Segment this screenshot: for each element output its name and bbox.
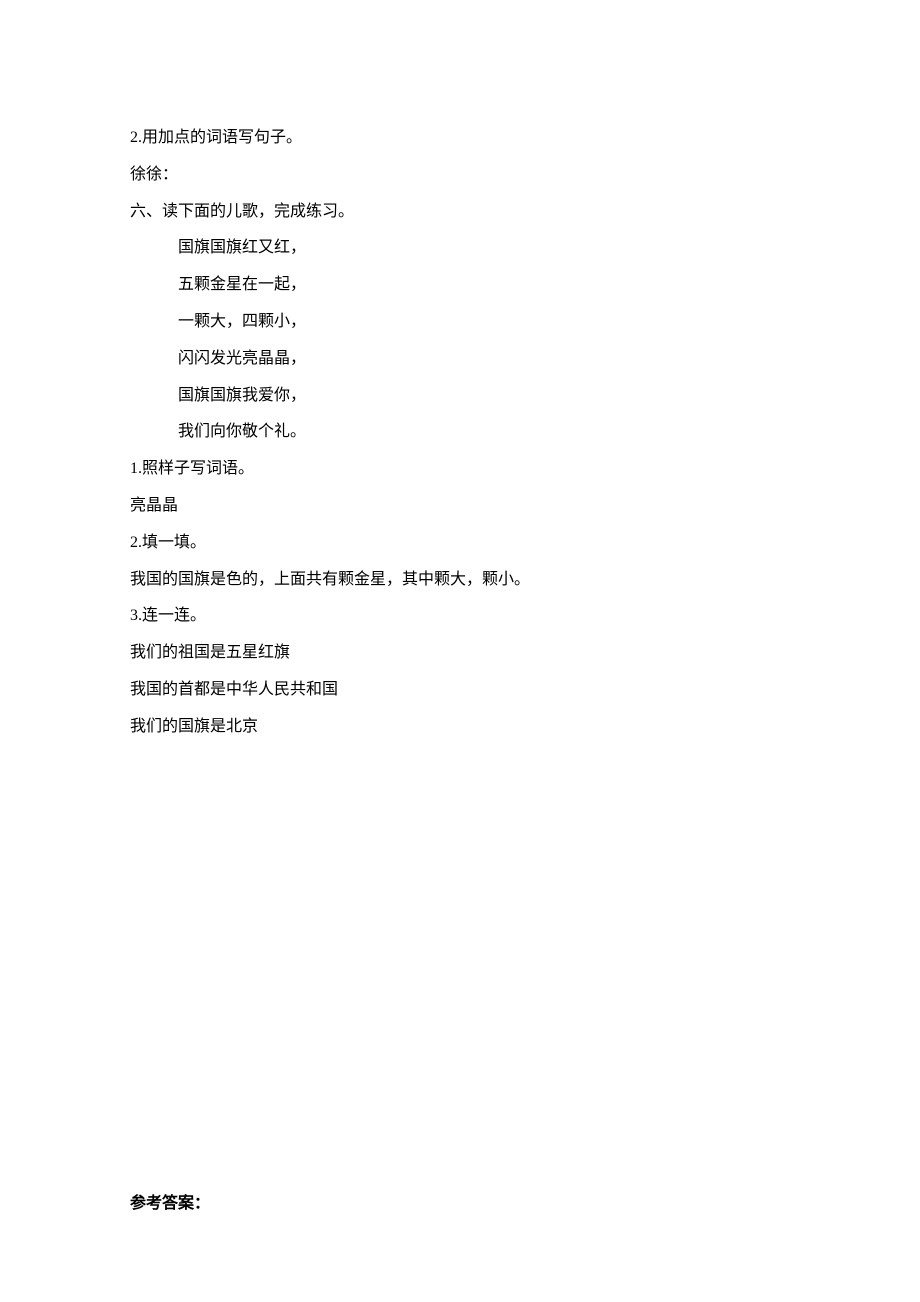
exercise-3-prompt: 3.连一连。 <box>130 598 790 635</box>
exercise-3-item-1: 我们的祖国是五星红旗 <box>130 635 790 672</box>
poem-line-6: 我们向你敬个礼。 <box>130 414 790 451</box>
section-6-heading: 六、读下面的儿歌，完成练习。 <box>130 194 790 231</box>
poem-line-1: 国旗国旗红又红， <box>130 230 790 267</box>
exercise-3-item-2: 我国的首都是中华人民共和国 <box>130 672 790 709</box>
question-2-prompt: 2.用加点的词语写句子。 <box>130 120 790 157</box>
poem-line-5: 国旗国旗我爱你， <box>130 378 790 415</box>
exercise-2-fill: 我国的国旗是色的，上面共有颗金星，其中颗大，颗小。 <box>130 562 790 599</box>
answer-heading: 参考答案： <box>130 1186 790 1223</box>
poem-line-4: 闪闪发光亮晶晶， <box>130 341 790 378</box>
poem-line-3: 一颗大，四颗小， <box>130 304 790 341</box>
exercise-1-prompt: 1.照样子写词语。 <box>130 451 790 488</box>
question-2-word: 徐徐： <box>130 157 790 194</box>
exercise-1-example: 亮晶晶 <box>130 488 790 525</box>
exercise-2-prompt: 2.填一填。 <box>130 525 790 562</box>
poem-line-2: 五颗金星在一起， <box>130 267 790 304</box>
exercise-3-item-3: 我们的国旗是北京 <box>130 709 790 746</box>
